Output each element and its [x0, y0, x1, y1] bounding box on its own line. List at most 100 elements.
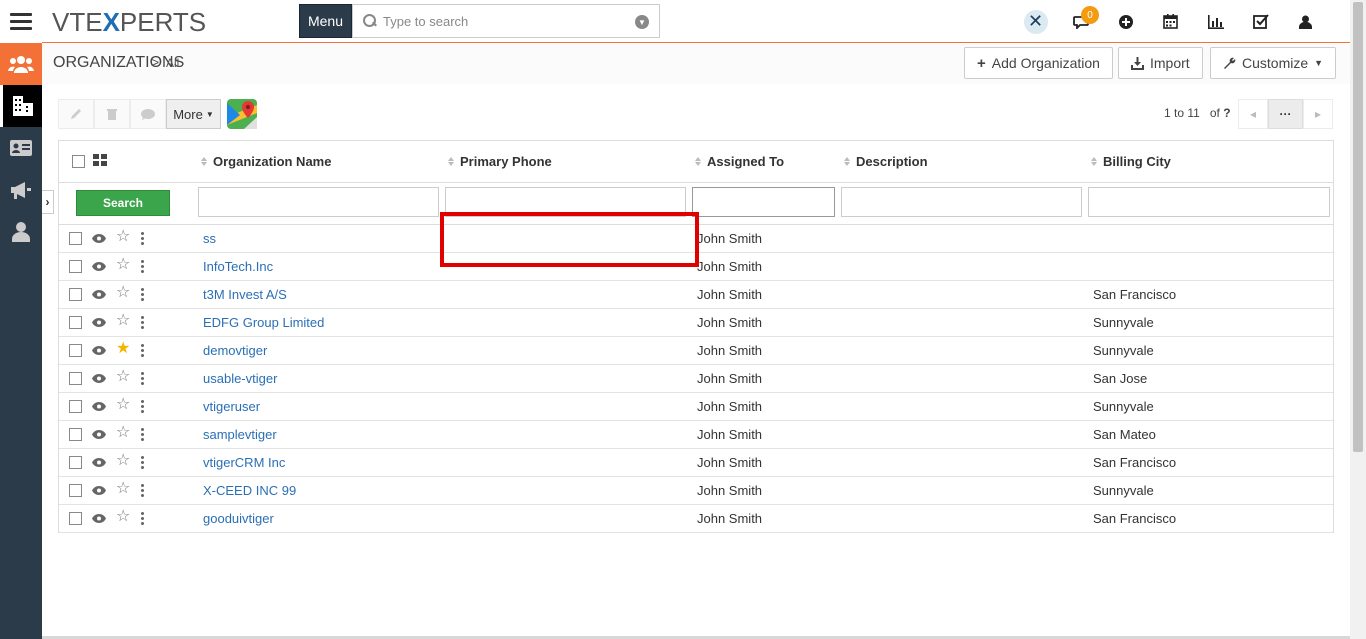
delete-trash-icon[interactable]: [94, 99, 130, 129]
star-icon[interactable]: ☆: [116, 256, 130, 274]
eye-preview-icon[interactable]: [92, 259, 106, 274]
organization-name-link[interactable]: t3M Invest A/S: [203, 287, 287, 302]
filter-billing-city-input[interactable]: [1088, 187, 1330, 217]
row-actions-kebab-icon[interactable]: [141, 428, 144, 441]
import-button[interactable]: Import: [1118, 47, 1203, 79]
table-row[interactable]: ☆ X-CEED INC 99 John Smith Sunnyvale: [59, 477, 1333, 505]
eye-preview-icon[interactable]: [92, 399, 106, 414]
global-search-input[interactable]: [383, 13, 633, 29]
column-header-primary-phone[interactable]: Primary Phone: [448, 154, 552, 169]
table-row[interactable]: ☆ vtigeruser John Smith Sunnyvale: [59, 393, 1333, 421]
expand-sidebar-chevron-icon[interactable]: ›: [42, 190, 54, 214]
row-checkbox[interactable]: [69, 456, 82, 469]
organization-name-link[interactable]: InfoTech.Inc: [203, 259, 273, 274]
filter-organization-name-input[interactable]: [198, 187, 439, 217]
table-row[interactable]: ☆ samplevtiger John Smith San Mateo: [59, 421, 1333, 449]
eye-preview-icon[interactable]: [92, 455, 106, 470]
sidebar-contact-card-icon[interactable]: [0, 127, 42, 169]
row-checkbox[interactable]: [69, 344, 82, 357]
row-checkbox[interactable]: [69, 372, 82, 385]
row-actions-kebab-icon[interactable]: [141, 288, 144, 301]
more-actions-dropdown[interactable]: More ▼: [166, 99, 221, 129]
column-header-organization-name[interactable]: Organization Name: [201, 154, 331, 169]
star-icon[interactable]: ☆: [116, 368, 130, 386]
module-title[interactable]: ORGANIZATIONS: [53, 54, 184, 72]
eye-preview-icon[interactable]: [92, 287, 106, 302]
organization-name-link[interactable]: samplevtiger: [203, 427, 277, 442]
column-header-description[interactable]: Description: [844, 154, 928, 169]
sidebar-contacts-group-icon[interactable]: [0, 43, 42, 85]
star-icon[interactable]: ☆: [116, 284, 130, 302]
column-chooser-grid-icon[interactable]: [93, 154, 107, 169]
comment-bubble-icon[interactable]: [130, 99, 166, 129]
organization-name-link[interactable]: demovtiger: [203, 343, 267, 358]
eye-preview-icon[interactable]: [92, 315, 106, 330]
page-scrollbar[interactable]: [1350, 0, 1366, 639]
hamburger-menu-icon[interactable]: [0, 0, 42, 43]
user-profile-icon[interactable]: [1283, 0, 1328, 43]
eye-preview-icon[interactable]: [92, 427, 106, 442]
menu-button[interactable]: Menu: [299, 4, 352, 38]
row-checkbox[interactable]: [69, 484, 82, 497]
row-actions-kebab-icon[interactable]: [141, 400, 144, 413]
row-actions-kebab-icon[interactable]: [141, 456, 144, 469]
table-row[interactable]: ☆ t3M Invest A/S John Smith San Francisco: [59, 281, 1333, 309]
select-all-checkbox[interactable]: [72, 155, 85, 168]
starred-icon[interactable]: ★: [116, 340, 130, 358]
row-actions-kebab-icon[interactable]: [141, 484, 144, 497]
organization-name-link[interactable]: EDFG Group Limited: [203, 315, 324, 330]
star-icon[interactable]: ☆: [116, 312, 130, 330]
row-actions-kebab-icon[interactable]: [141, 260, 144, 273]
row-actions-kebab-icon[interactable]: [141, 316, 144, 329]
row-checkbox[interactable]: [69, 316, 82, 329]
vtexperts-logo[interactable]: VTEXPERTS: [52, 8, 206, 36]
star-icon[interactable]: ☆: [116, 480, 130, 498]
current-view-name[interactable]: All: [166, 56, 179, 70]
organization-name-link[interactable]: gooduivtiger: [203, 511, 274, 526]
table-row[interactable]: ☆ EDFG Group Limited John Smith Sunnyvale: [59, 309, 1333, 337]
row-actions-kebab-icon[interactable]: [141, 372, 144, 385]
star-icon[interactable]: ☆: [116, 228, 130, 246]
next-page-chevron-icon[interactable]: ▸: [1303, 99, 1333, 129]
table-row[interactable]: ☆ vtigerCRM Inc John Smith San Francisco: [59, 449, 1333, 477]
filter-search-button[interactable]: Search: [76, 190, 170, 216]
eye-preview-icon[interactable]: [92, 371, 106, 386]
calendar-icon[interactable]: [1148, 0, 1193, 43]
table-row[interactable]: ★ demovtiger John Smith Sunnyvale: [59, 337, 1333, 365]
star-icon[interactable]: ☆: [116, 396, 130, 414]
page-jump-button[interactable]: ···: [1268, 99, 1303, 129]
eye-preview-icon[interactable]: [92, 343, 106, 358]
organization-name-link[interactable]: X-CEED INC 99: [203, 483, 296, 498]
reports-chart-icon[interactable]: [1193, 0, 1238, 43]
edit-pencil-icon[interactable]: [58, 99, 94, 129]
table-row[interactable]: ☆ gooduivtiger John Smith San Francisco: [59, 505, 1333, 533]
customize-dropdown-button[interactable]: Customize ▼: [1210, 47, 1337, 79]
organization-name-link[interactable]: ss: [203, 231, 216, 246]
eye-preview-icon[interactable]: [92, 231, 106, 246]
table-row[interactable]: ☆ usable-vtiger John Smith San Jose: [59, 365, 1333, 393]
google-maps-icon[interactable]: [226, 99, 258, 129]
row-checkbox[interactable]: [69, 288, 82, 301]
row-checkbox[interactable]: [69, 232, 82, 245]
star-icon[interactable]: ☆: [116, 508, 130, 526]
filter-assigned-to-input[interactable]: [692, 187, 835, 217]
row-actions-kebab-icon[interactable]: [141, 232, 144, 245]
filter-description-input[interactable]: [841, 187, 1082, 217]
notifications-icon[interactable]: 0: [1058, 0, 1103, 43]
search-options-chevron-icon[interactable]: ▼: [635, 15, 649, 29]
eye-preview-icon[interactable]: [92, 511, 106, 526]
row-checkbox[interactable]: [69, 428, 82, 441]
row-actions-kebab-icon[interactable]: [141, 512, 144, 525]
eye-preview-icon[interactable]: [92, 483, 106, 498]
add-organization-button[interactable]: + Add Organization: [964, 47, 1113, 79]
organization-name-link[interactable]: usable-vtiger: [203, 371, 277, 386]
total-count-link[interactable]: ?: [1223, 106, 1230, 120]
star-icon[interactable]: ☆: [116, 424, 130, 442]
sidebar-users-person-icon[interactable]: [0, 211, 42, 253]
tasks-checkbox-icon[interactable]: [1238, 0, 1283, 43]
star-icon[interactable]: ☆: [116, 452, 130, 470]
previous-page-chevron-icon[interactable]: ◂: [1238, 99, 1268, 129]
global-search[interactable]: ▼: [352, 4, 660, 38]
column-header-assigned-to[interactable]: Assigned To: [695, 154, 784, 169]
organization-name-link[interactable]: vtigerCRM Inc: [203, 455, 285, 470]
